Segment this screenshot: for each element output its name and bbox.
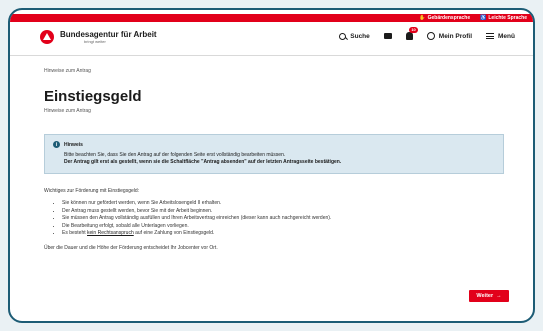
- user-icon: [426, 32, 435, 40]
- sign-language-link[interactable]: ✋ Gebärdensprache: [419, 15, 470, 21]
- list-item-suffix: auf eine Zahlung von Einstiegsgeld.: [135, 230, 215, 237]
- breadcrumb[interactable]: Hinweise zum Antrag: [44, 68, 504, 74]
- mail-button[interactable]: [383, 33, 392, 39]
- list-item: Die Bearbeitung erfolgt, sobald alle Unt…: [62, 223, 504, 231]
- easy-language-link[interactable]: ♿ Leichte Sprache: [480, 15, 527, 21]
- sign-language-label: Gebärdensprache: [427, 15, 471, 21]
- list-item: Sie können nur gefördert werden, wenn Si…: [62, 200, 504, 208]
- browser-frame: ✋ Gebärdensprache ♿ Leichte Sprache Bund…: [8, 8, 535, 323]
- menu-icon: [486, 33, 495, 39]
- page-title: Einstiegsgeld: [44, 88, 142, 105]
- notice-box: i Hinweis Bitte beachten Sie, dass Sie d…: [44, 134, 504, 174]
- list-item-prefix: Es besteht: [62, 230, 86, 237]
- brand-name: Bundesagentur für Arbeit: [60, 30, 157, 39]
- brand-logo[interactable]: Bundesagentur für Arbeit bringt weiter: [40, 30, 157, 44]
- notice-heading: Hinweis: [64, 141, 83, 148]
- notification-badge: 10: [409, 27, 418, 33]
- bell-icon: 10: [405, 27, 418, 40]
- mail-icon: [383, 33, 392, 39]
- site-header: Bundesagentur für Arbeit bringt weiter S…: [10, 22, 533, 56]
- next-button[interactable]: Weiter →: [469, 290, 509, 302]
- brand-tagline: bringt weiter: [84, 39, 106, 44]
- arrow-right-icon: →: [496, 293, 502, 299]
- notice-line-2: Der Antrag gilt erst als gestellt, wenn …: [64, 159, 342, 165]
- notice-header: i Hinweis: [53, 141, 495, 148]
- list-item: Der Antrag muss gestellt werden, bevor S…: [62, 208, 504, 216]
- profile-label: Mein Profil: [438, 32, 473, 40]
- profile-button[interactable]: Mein Profil: [426, 32, 473, 40]
- header-nav: Suche 10 Mein Profil Menü: [339, 27, 515, 40]
- menu-button[interactable]: Menü: [486, 33, 515, 40]
- list-item: Es besteht kein Rechtsanspruch auf eine …: [62, 230, 504, 238]
- requirements-list: Sie können nur gefördert werden, wenn Si…: [62, 200, 504, 238]
- accessibility-links: ✋ Gebärdensprache ♿ Leichte Sprache: [419, 14, 527, 22]
- intro-text: Wichtiges zur Förderung mit Einstiegsgel…: [44, 188, 140, 194]
- notice-line-1: Bitte beachten Sie, dass Sie den Antrag …: [64, 152, 286, 158]
- next-button-label: Weiter: [476, 293, 494, 299]
- notice-text: Bitte beachten Sie, dass Sie den Antrag …: [64, 152, 495, 166]
- top-bar: ✋ Gebärdensprache ♿ Leichte Sprache: [10, 10, 533, 22]
- closing-text: Über die Dauer und die Höhe der Förderun…: [44, 244, 218, 251]
- menu-label: Menü: [498, 32, 515, 40]
- search-button[interactable]: Suche: [339, 32, 370, 40]
- search-icon: [339, 32, 347, 40]
- search-label: Suche: [350, 32, 370, 40]
- ba-logo-icon: [40, 30, 54, 44]
- list-item: Sie müssen den Antrag vollständig ausfül…: [62, 215, 504, 223]
- easy-language-label: Leichte Sprache: [488, 15, 527, 21]
- info-icon: i: [53, 141, 60, 148]
- page-subtitle: Hinweise zum Antrag: [44, 108, 91, 114]
- main-content: Hinweise zum Antrag Einstiegsgeld Hinwei…: [44, 68, 504, 251]
- legal-claim-link[interactable]: kein Rechtsanspruch: [87, 230, 134, 236]
- notifications-button[interactable]: 10: [405, 27, 418, 40]
